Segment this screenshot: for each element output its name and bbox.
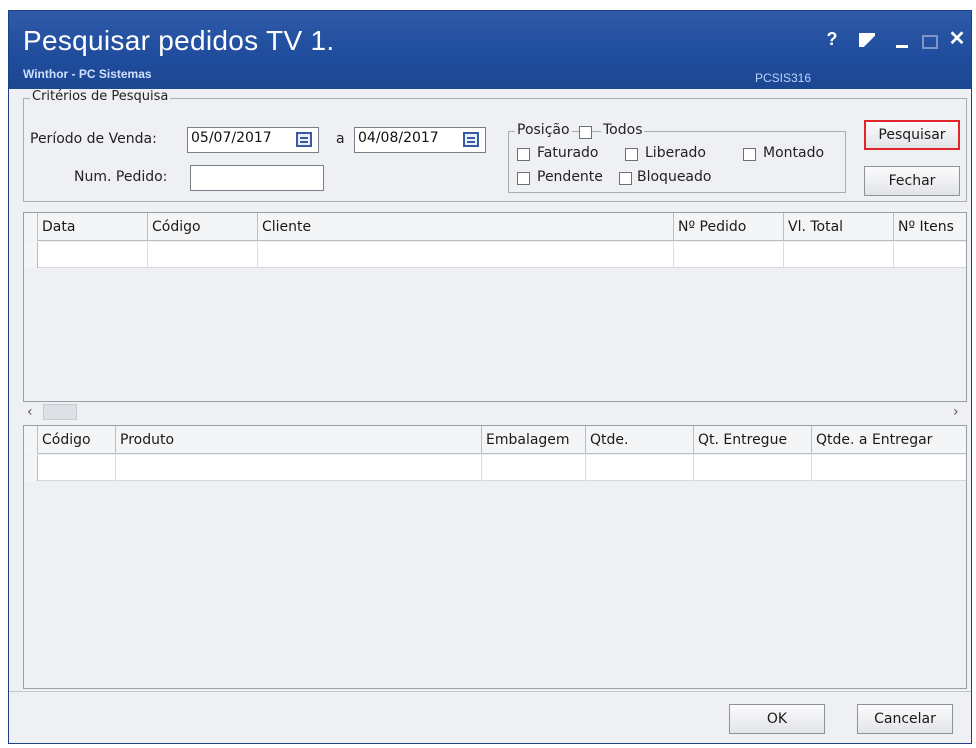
num-pedido-input[interactable]: [190, 165, 324, 191]
row-indicator: [24, 455, 38, 481]
row-indicator: [24, 242, 38, 268]
orders-table-header: Data Código Cliente Nº Pedido Vl. Total …: [24, 213, 966, 241]
date-to-field[interactable]: 04/08/2017: [354, 127, 486, 153]
routine-code: PCSIS316: [755, 71, 812, 85]
orders-col-num-itens[interactable]: Nº Itens: [894, 213, 966, 241]
date-between-label: a: [336, 131, 345, 147]
table-row[interactable]: [24, 242, 966, 268]
todos-label: Todos: [601, 122, 645, 138]
table-row[interactable]: [24, 455, 966, 481]
dialog-window: Pesquisar pedidos TV 1. Winthor - PC Sis…: [8, 10, 972, 744]
search-criteria-group: Critérios de Pesquisa Período de Venda: …: [23, 89, 967, 202]
horizontal-scrollbar[interactable]: ‹ ›: [23, 402, 967, 422]
liberado-label: Liberado: [645, 145, 706, 161]
orders-col-cliente[interactable]: Cliente: [258, 213, 674, 241]
fechar-button[interactable]: Fechar: [864, 166, 960, 196]
liberado-checkbox[interactable]: [625, 148, 638, 161]
table-cell[interactable]: [148, 242, 258, 268]
table-cell[interactable]: [258, 242, 674, 268]
items-col-qt-entregue[interactable]: Qt. Entregue: [694, 426, 812, 454]
num-pedido-label: Num. Pedido:: [74, 169, 168, 185]
table-cell[interactable]: [38, 455, 116, 481]
table-cell[interactable]: [812, 455, 966, 481]
title-bar: Pesquisar pedidos TV 1. Winthor - PC Sis…: [9, 11, 971, 89]
todos-checkbox[interactable]: [579, 126, 592, 139]
date-to-value: 04/08/2017: [358, 130, 439, 146]
calendar-icon[interactable]: [463, 132, 479, 147]
date-from-field[interactable]: 05/07/2017: [187, 127, 319, 153]
items-col-produto[interactable]: Produto: [116, 426, 482, 454]
pendente-label: Pendente: [537, 169, 603, 185]
items-table[interactable]: Código Produto Embalagem Qtde. Qt. Entre…: [23, 425, 967, 689]
items-col-qtde[interactable]: Qtde.: [586, 426, 694, 454]
dialog-footer: OK Cancelar: [9, 691, 971, 743]
table-cell[interactable]: [116, 455, 482, 481]
items-table-header: Código Produto Embalagem Qtde. Qt. Entre…: [24, 426, 966, 454]
table-cell[interactable]: [482, 455, 586, 481]
help-icon[interactable]: ?: [823, 29, 841, 51]
close-icon[interactable]: ✕: [947, 26, 967, 50]
items-col-embalagem[interactable]: Embalagem: [482, 426, 586, 454]
scroll-left-icon[interactable]: ‹: [27, 404, 33, 420]
posicao-label: Posição: [515, 122, 572, 138]
minimize-icon[interactable]: [893, 29, 911, 51]
table-cell[interactable]: [38, 242, 148, 268]
table-cell[interactable]: [586, 455, 694, 481]
table-cell[interactable]: [784, 242, 894, 268]
orders-col-codigo[interactable]: Código: [148, 213, 258, 241]
table-cell[interactable]: [894, 242, 966, 268]
orders-table[interactable]: Data Código Cliente Nº Pedido Vl. Total …: [23, 212, 967, 402]
search-criteria-legend: Critérios de Pesquisa: [30, 89, 171, 104]
ok-button[interactable]: OK: [729, 704, 825, 734]
periodo-venda-label: Período de Venda:: [30, 131, 157, 147]
orders-col-vl-total[interactable]: Vl. Total: [784, 213, 894, 241]
edit-icon[interactable]: [857, 29, 879, 51]
pendente-checkbox[interactable]: [517, 172, 530, 185]
items-col-codigo[interactable]: Código: [38, 426, 116, 454]
scroll-thumb[interactable]: [43, 404, 77, 420]
table-cell[interactable]: [674, 242, 784, 268]
montado-checkbox[interactable]: [743, 148, 756, 161]
cancelar-button[interactable]: Cancelar: [857, 704, 953, 734]
calendar-icon[interactable]: [296, 132, 312, 147]
window-subtitle: Winthor - PC Sistemas: [23, 67, 152, 81]
faturado-checkbox[interactable]: [517, 148, 530, 161]
header-indicator: [24, 213, 38, 241]
bloqueado-label: Bloqueado: [637, 169, 712, 185]
bloqueado-checkbox[interactable]: [619, 172, 632, 185]
window-title: Pesquisar pedidos TV 1.: [23, 25, 335, 56]
faturado-label: Faturado: [537, 145, 599, 161]
posicao-group: Posição Todos Faturado Liberado Montado …: [508, 122, 846, 193]
pesquisar-button[interactable]: Pesquisar: [864, 120, 960, 150]
montado-label: Montado: [763, 145, 825, 161]
date-from-value: 05/07/2017: [191, 130, 272, 146]
orders-col-num-pedido[interactable]: Nº Pedido: [674, 213, 784, 241]
items-col-qtde-a-entregar[interactable]: Qtde. a Entregar: [812, 426, 966, 454]
table-cell[interactable]: [694, 455, 812, 481]
maximize-icon[interactable]: [919, 29, 938, 51]
header-indicator: [24, 426, 38, 454]
scroll-right-icon[interactable]: ›: [953, 404, 959, 420]
orders-col-data[interactable]: Data: [38, 213, 148, 241]
